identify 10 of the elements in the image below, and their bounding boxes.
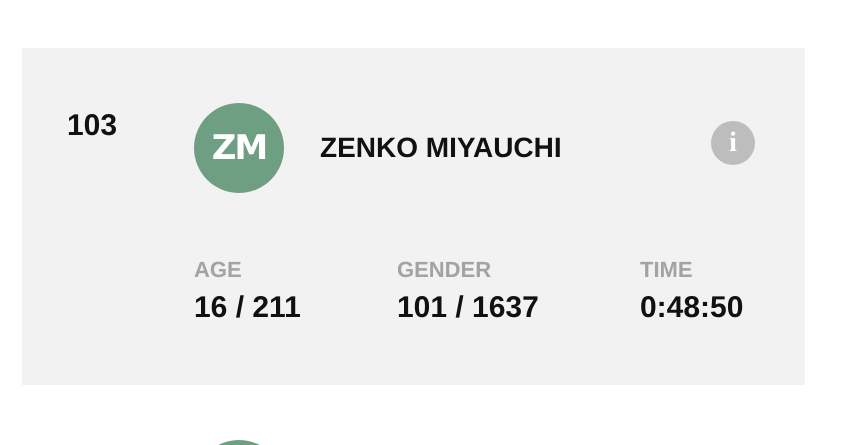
stat-value: 0:48:50: [640, 291, 744, 325]
info-button[interactable]: i: [711, 121, 755, 165]
stat-label: TIME: [640, 257, 694, 283]
stat-value: 16 / 211: [194, 291, 302, 325]
stat-label: AGE: [194, 257, 243, 283]
rank-number: 103: [67, 109, 118, 144]
runner-name: ZENKO MIYAUCHI: [320, 132, 562, 164]
initials-avatar: ZM: [194, 103, 284, 193]
stat-label: GENDER: [397, 257, 492, 283]
stat-value: 101 / 1637: [397, 291, 540, 325]
